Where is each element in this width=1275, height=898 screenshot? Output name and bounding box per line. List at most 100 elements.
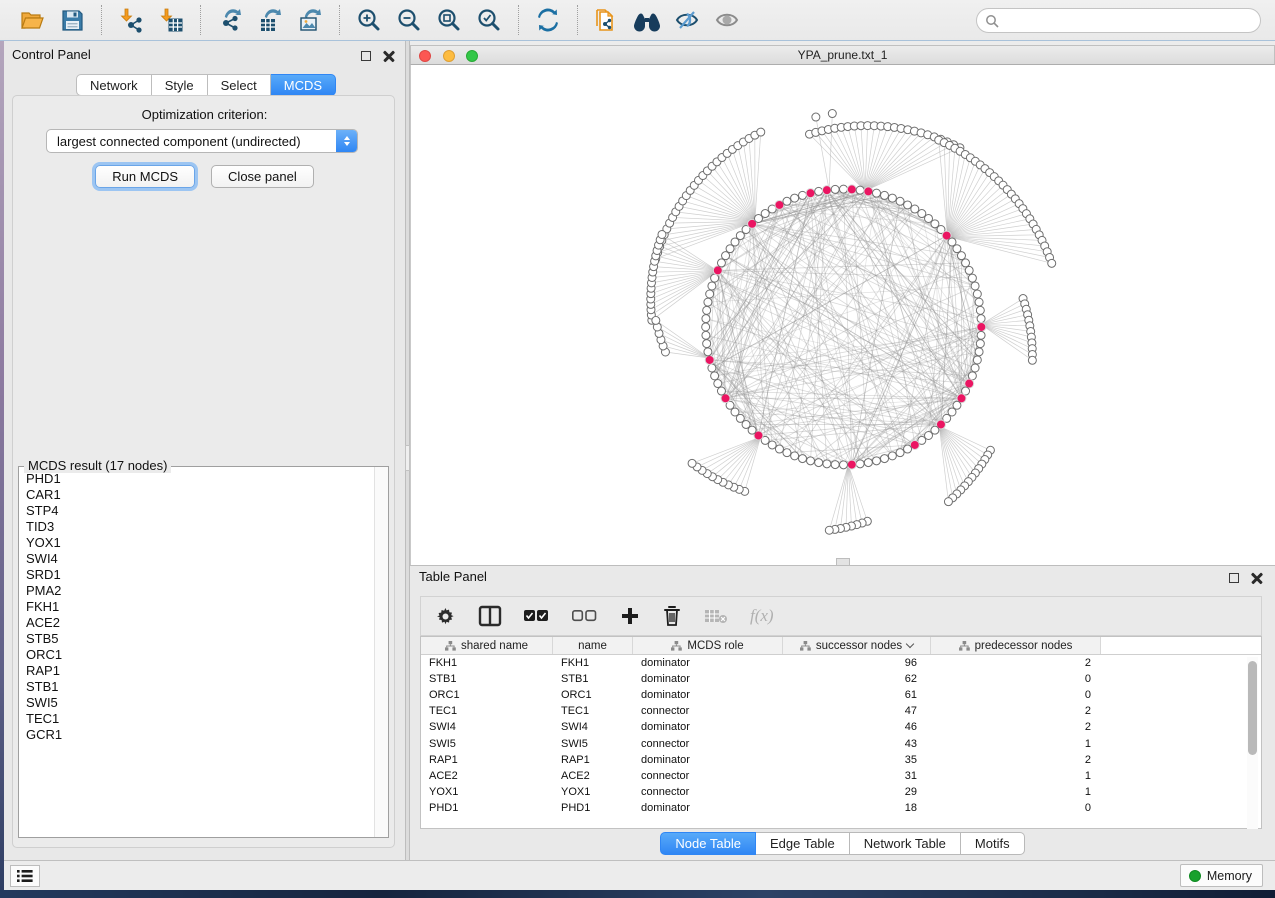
- cell-name[interactable]: STB1: [553, 673, 633, 685]
- tab-motifs[interactable]: Motifs: [961, 832, 1025, 855]
- cell-predecessor-nodes[interactable]: 2: [931, 657, 1101, 669]
- table-scrollbar[interactable]: [1247, 657, 1258, 829]
- cell-shared-name[interactable]: PHD1: [421, 802, 553, 814]
- cell-shared-name[interactable]: ACE2: [421, 770, 553, 782]
- cell-name[interactable]: YOX1: [553, 786, 633, 798]
- cell-mcds-role[interactable]: dominator: [633, 754, 783, 766]
- zoom-selected-icon[interactable]: [472, 5, 506, 35]
- tab-edge-table[interactable]: Edge Table: [756, 832, 850, 855]
- mcds-result-item[interactable]: SWI5: [26, 695, 374, 711]
- tab-network[interactable]: Network: [76, 74, 152, 96]
- mcds-result-item[interactable]: ORC1: [26, 647, 374, 663]
- cell-shared-name[interactable]: ORC1: [421, 689, 553, 701]
- cell-shared-name[interactable]: SWI5: [421, 738, 553, 750]
- cell-predecessor-nodes[interactable]: 2: [931, 705, 1101, 717]
- delete-column-trash-icon[interactable]: [662, 605, 682, 627]
- table-row[interactable]: SWI5SWI5connector431: [421, 735, 1261, 751]
- cell-mcds-role[interactable]: connector: [633, 738, 783, 750]
- cell-successor-nodes[interactable]: 31: [783, 770, 931, 782]
- table-row[interactable]: ORC1ORC1dominator610: [421, 687, 1261, 703]
- cell-mcds-role[interactable]: connector: [633, 770, 783, 782]
- cell-mcds-role[interactable]: dominator: [633, 721, 783, 733]
- cell-successor-nodes[interactable]: 47: [783, 705, 931, 717]
- table-row[interactable]: RAP1RAP1dominator352: [421, 752, 1261, 768]
- cell-predecessor-nodes[interactable]: 1: [931, 738, 1101, 750]
- open-file-icon[interactable]: [15, 5, 49, 35]
- cell-successor-nodes[interactable]: 61: [783, 689, 931, 701]
- new-network-from-selection-icon[interactable]: [590, 5, 624, 35]
- cell-successor-nodes[interactable]: 29: [783, 786, 931, 798]
- tab-select[interactable]: Select: [208, 74, 271, 96]
- tab-mcds[interactable]: MCDS: [271, 74, 336, 96]
- cell-name[interactable]: FKH1: [553, 657, 633, 669]
- close-panel-icon[interactable]: [383, 50, 395, 62]
- search-field[interactable]: [976, 8, 1261, 33]
- cell-shared-name[interactable]: RAP1: [421, 754, 553, 766]
- cell-predecessor-nodes[interactable]: 0: [931, 689, 1101, 701]
- optimization-criterion-select[interactable]: largest connected component (undirected): [46, 129, 358, 153]
- table-row[interactable]: YOX1YOX1connector291: [421, 784, 1261, 800]
- window-maximize-icon[interactable]: [466, 50, 478, 62]
- window-close-icon[interactable]: [419, 50, 431, 62]
- cell-successor-nodes[interactable]: 35: [783, 754, 931, 766]
- search-network-binoculars-icon[interactable]: [630, 5, 664, 35]
- close-table-panel-icon[interactable]: [1251, 572, 1263, 584]
- float-panel-icon[interactable]: [361, 51, 371, 61]
- table-row[interactable]: PHD1PHD1dominator180: [421, 800, 1261, 816]
- cell-name[interactable]: RAP1: [553, 754, 633, 766]
- table-settings-gear-icon[interactable]: [435, 606, 456, 627]
- mcds-result-item[interactable]: TEC1: [26, 711, 374, 727]
- cell-predecessor-nodes[interactable]: 0: [931, 802, 1101, 814]
- add-column-icon[interactable]: [620, 606, 640, 626]
- zoom-in-icon[interactable]: [352, 5, 386, 35]
- cell-name[interactable]: SWI5: [553, 738, 633, 750]
- cell-shared-name[interactable]: FKH1: [421, 657, 553, 669]
- network-canvas[interactable]: [410, 65, 1275, 565]
- network-graph[interactable]: [411, 65, 1275, 565]
- cell-successor-nodes[interactable]: 43: [783, 738, 931, 750]
- cell-mcds-role[interactable]: connector: [633, 786, 783, 798]
- mcds-result-item[interactable]: TID3: [26, 519, 374, 535]
- mcds-result-item[interactable]: STB1: [26, 679, 374, 695]
- table-row[interactable]: TEC1TEC1connector472: [421, 703, 1261, 719]
- cell-successor-nodes[interactable]: 62: [783, 673, 931, 685]
- cell-name[interactable]: ACE2: [553, 770, 633, 782]
- cell-mcds-role[interactable]: dominator: [633, 657, 783, 669]
- column-header-predecessor-nodes[interactable]: predecessor nodes: [931, 637, 1101, 654]
- window-minimize-icon[interactable]: [443, 50, 455, 62]
- task-history-button[interactable]: [10, 865, 40, 887]
- column-header-shared-name[interactable]: shared name: [421, 637, 553, 654]
- export-image-icon[interactable]: [293, 5, 327, 35]
- cell-predecessor-nodes[interactable]: 2: [931, 721, 1101, 733]
- zoom-fit-icon[interactable]: [432, 5, 466, 35]
- hide-style-icon[interactable]: [670, 5, 704, 35]
- import-network-icon[interactable]: [114, 5, 148, 35]
- tab-node-table[interactable]: Node Table: [660, 832, 756, 855]
- mcds-result-item[interactable]: GCR1: [26, 727, 374, 743]
- cell-shared-name[interactable]: STB1: [421, 673, 553, 685]
- zoom-out-icon[interactable]: [392, 5, 426, 35]
- close-panel-button[interactable]: Close panel: [211, 165, 314, 188]
- export-table-icon[interactable]: [253, 5, 287, 35]
- cell-predecessor-nodes[interactable]: 1: [931, 770, 1101, 782]
- run-mcds-button[interactable]: Run MCDS: [95, 165, 195, 188]
- mcds-result-item[interactable]: RAP1: [26, 663, 374, 679]
- cell-name[interactable]: SWI4: [553, 721, 633, 733]
- cell-name[interactable]: ORC1: [553, 689, 633, 701]
- mcds-result-item[interactable]: SWI4: [26, 551, 374, 567]
- cell-predecessor-nodes[interactable]: 0: [931, 673, 1101, 685]
- mcds-result-item[interactable]: STB5: [26, 631, 374, 647]
- cell-mcds-role[interactable]: dominator: [633, 802, 783, 814]
- select-all-icon[interactable]: [524, 609, 550, 623]
- mcds-result-item[interactable]: PHD1: [26, 471, 374, 487]
- cell-shared-name[interactable]: TEC1: [421, 705, 553, 717]
- cell-name[interactable]: TEC1: [553, 705, 633, 717]
- refresh-network-icon[interactable]: [531, 5, 565, 35]
- cell-successor-nodes[interactable]: 96: [783, 657, 931, 669]
- table-row[interactable]: STB1STB1dominator620: [421, 671, 1261, 687]
- column-header-name[interactable]: name: [553, 637, 633, 654]
- mcds-result-item[interactable]: CAR1: [26, 487, 374, 503]
- mcds-result-item[interactable]: PMA2: [26, 583, 374, 599]
- cell-shared-name[interactable]: YOX1: [421, 786, 553, 798]
- column-mapping-icon[interactable]: [478, 605, 502, 627]
